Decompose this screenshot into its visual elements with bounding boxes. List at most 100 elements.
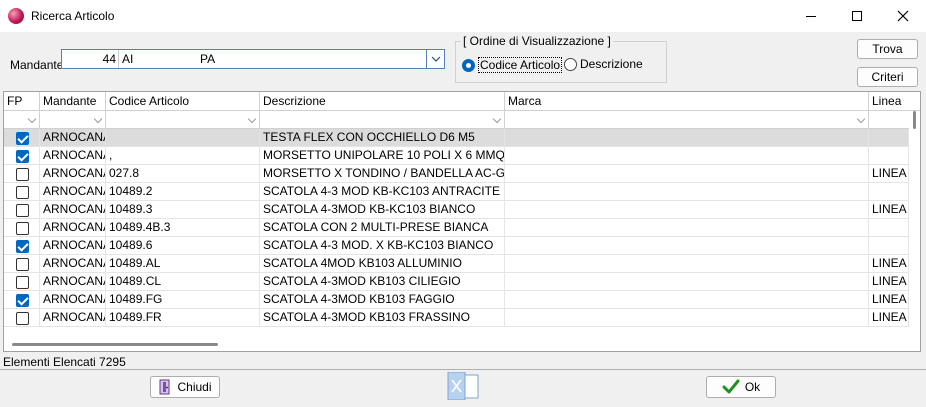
- mandante-cell: ARNOCANA: [40, 273, 106, 291]
- table-row[interactable]: ARNOCANA, MORSETTO UNIPOLARE 10 POLI X 6 …: [4, 147, 909, 165]
- linea-cell: LINEA: [869, 255, 909, 273]
- radio-codice-articolo[interactable]: Codice Articolo: [462, 57, 563, 73]
- grid-header: FP Mandante Codice Articolo Descrizione …: [4, 92, 920, 111]
- filter-fp[interactable]: [4, 111, 40, 129]
- descrizione-cell: SCATOLA 4MOD KB103 ALLUMINIO: [260, 255, 505, 273]
- fp-cell: [4, 309, 40, 327]
- criteri-button[interactable]: Criteri: [857, 67, 918, 87]
- table-row[interactable]: ARNOCANA TESTA FLEX CON OCCHIELLO D6 M5: [4, 129, 909, 147]
- column-header-codice[interactable]: Codice Articolo: [106, 92, 260, 111]
- linea-cell: LINEA: [869, 309, 909, 327]
- fp-checkbox[interactable]: [16, 222, 29, 235]
- combo-divider: [118, 50, 119, 68]
- chiudi-button[interactable]: Chiudi: [150, 376, 220, 398]
- descrizione-cell: SCATOLA 4-3MOD KB-KC103 BIANCO: [260, 201, 505, 219]
- column-header-linea[interactable]: Linea: [869, 92, 909, 111]
- column-header-marca[interactable]: Marca: [505, 92, 869, 111]
- filter-row: [4, 111, 920, 129]
- status-divider: [0, 369, 926, 370]
- fp-cell: [4, 165, 40, 183]
- trova-button[interactable]: Trova: [857, 39, 918, 59]
- minimize-icon: [806, 15, 816, 17]
- marca-cell: [505, 255, 869, 273]
- fp-checkbox[interactable]: [16, 150, 29, 163]
- chiudi-label: Chiudi: [177, 380, 212, 394]
- filter-linea[interactable]: [869, 111, 909, 129]
- vertical-scrollbar[interactable]: [909, 111, 920, 351]
- horizontal-scroll-thumb[interactable]: [12, 343, 218, 346]
- filter-descrizione[interactable]: [260, 111, 505, 129]
- fp-checkbox[interactable]: [16, 204, 29, 217]
- marca-cell: [505, 165, 869, 183]
- column-header-descrizione[interactable]: Descrizione: [260, 92, 505, 111]
- codice-cell: ,: [106, 147, 260, 165]
- ok-label: Ok: [744, 380, 761, 394]
- descrizione-cell: SCATOLA 4-3MOD KB103 FRASSINO: [260, 309, 505, 327]
- codice-cell: 10489.6: [106, 237, 260, 255]
- table-row[interactable]: ARNOCANA 10489.6 SCATOLA 4-3 MOD. X KB-KC1…: [4, 237, 909, 255]
- order-groupbox: [ Ordine di Visualizzazione ] Codice Art…: [455, 34, 667, 83]
- excel-icon[interactable]: [447, 371, 479, 401]
- filter-dropdown-icon: [247, 114, 257, 124]
- mandante-combo[interactable]: 44 AI PA: [61, 49, 445, 69]
- table-row[interactable]: ARNOCANA 10489.FG SCATOLA 4-3MOD KB103 FAG…: [4, 291, 909, 309]
- vertical-scroll-thumb[interactable]: [913, 111, 916, 129]
- codice-cell: 10489.3: [106, 201, 260, 219]
- filter-mandante[interactable]: [40, 111, 106, 129]
- table-row[interactable]: ARNOCANA 10489.3 SCATOLA 4-3MOD KB-KC103 B…: [4, 201, 909, 219]
- table-row[interactable]: ARNOCANA 027.8 MORSETTO X TONDINO / BANDEL…: [4, 165, 909, 183]
- linea-cell: LINEA: [869, 273, 909, 291]
- title-bar: Ricerca Articolo: [0, 0, 926, 32]
- marca-cell: [505, 273, 869, 291]
- fp-checkbox[interactable]: [16, 312, 29, 325]
- fp-checkbox[interactable]: [16, 132, 29, 145]
- fp-cell: [4, 147, 40, 165]
- column-header-fp[interactable]: FP: [4, 92, 40, 111]
- fp-checkbox[interactable]: [16, 294, 29, 307]
- descrizione-cell: MORSETTO UNIPOLARE 10 POLI X 6 MMQ: [260, 147, 505, 165]
- mandante-cell: ARNOCANA: [40, 183, 106, 201]
- descrizione-cell: SCATOLA CON 2 MULTI-PRESE BIANCA: [260, 219, 505, 237]
- codice-cell: 027.8: [106, 165, 260, 183]
- maximize-button[interactable]: [834, 0, 880, 32]
- linea-cell: [869, 129, 909, 147]
- fp-checkbox[interactable]: [16, 168, 29, 181]
- fp-cell: [4, 237, 40, 255]
- column-header-mandante[interactable]: Mandante: [40, 92, 106, 111]
- table-row[interactable]: ARNOCANA 10489.FR SCATOLA 4-3MOD KB103 FRA…: [4, 309, 909, 327]
- mandante-dropdown-button[interactable]: [426, 50, 444, 68]
- mandante-cell: ARNOCANA: [40, 255, 106, 273]
- marca-cell: [505, 291, 869, 309]
- radio-descrizione[interactable]: Descrizione: [564, 57, 643, 71]
- minimize-button[interactable]: [788, 0, 834, 32]
- close-button[interactable]: [880, 0, 926, 32]
- marca-cell: [505, 183, 869, 201]
- fp-checkbox[interactable]: [16, 258, 29, 271]
- marca-cell: [505, 201, 869, 219]
- linea-cell: [869, 219, 909, 237]
- filter-marca[interactable]: [505, 111, 869, 129]
- fp-checkbox[interactable]: [16, 276, 29, 289]
- app-logo-icon: [8, 8, 24, 24]
- table-row[interactable]: ARNOCANA 10489.CL SCATOLA 4-3MOD KB103 CIL…: [4, 273, 909, 291]
- ok-button[interactable]: Ok: [706, 376, 776, 398]
- descrizione-cell: TESTA FLEX CON OCCHIELLO D6 M5: [260, 129, 505, 147]
- filter-dropdown-icon: [93, 114, 103, 124]
- checkmark-icon: [722, 379, 740, 394]
- codice-cell: 10489.CL: [106, 273, 260, 291]
- radio-label-codice: Codice Articolo: [478, 57, 563, 73]
- fp-checkbox[interactable]: [16, 240, 29, 253]
- exit-door-icon: [159, 379, 170, 395]
- mandante-cell: ARNOCANA: [40, 165, 106, 183]
- table-row[interactable]: ARNOCANA 10489.2 SCATOLA 4-3 MOD KB-KC103 …: [4, 183, 909, 201]
- descrizione-cell: MORSETTO X TONDINO / BANDELLA AC-GC: [260, 165, 505, 183]
- fp-checkbox[interactable]: [16, 186, 29, 199]
- status-text: Elementi Elencati 7295: [3, 355, 126, 369]
- table-row[interactable]: ARNOCANA 10489.4B.3 SCATOLA CON 2 MULTI-PR…: [4, 219, 909, 237]
- codice-cell: [106, 129, 260, 147]
- marca-cell: [505, 219, 869, 237]
- descrizione-cell: SCATOLA 4-3 MOD KB-KC103 ANTRACITE: [260, 183, 505, 201]
- articles-grid[interactable]: FP Mandante Codice Articolo Descrizione …: [3, 91, 921, 352]
- filter-codice[interactable]: [106, 111, 260, 129]
- table-row[interactable]: ARNOCANA 10489.AL SCATOLA 4MOD KB103 ALLUM…: [4, 255, 909, 273]
